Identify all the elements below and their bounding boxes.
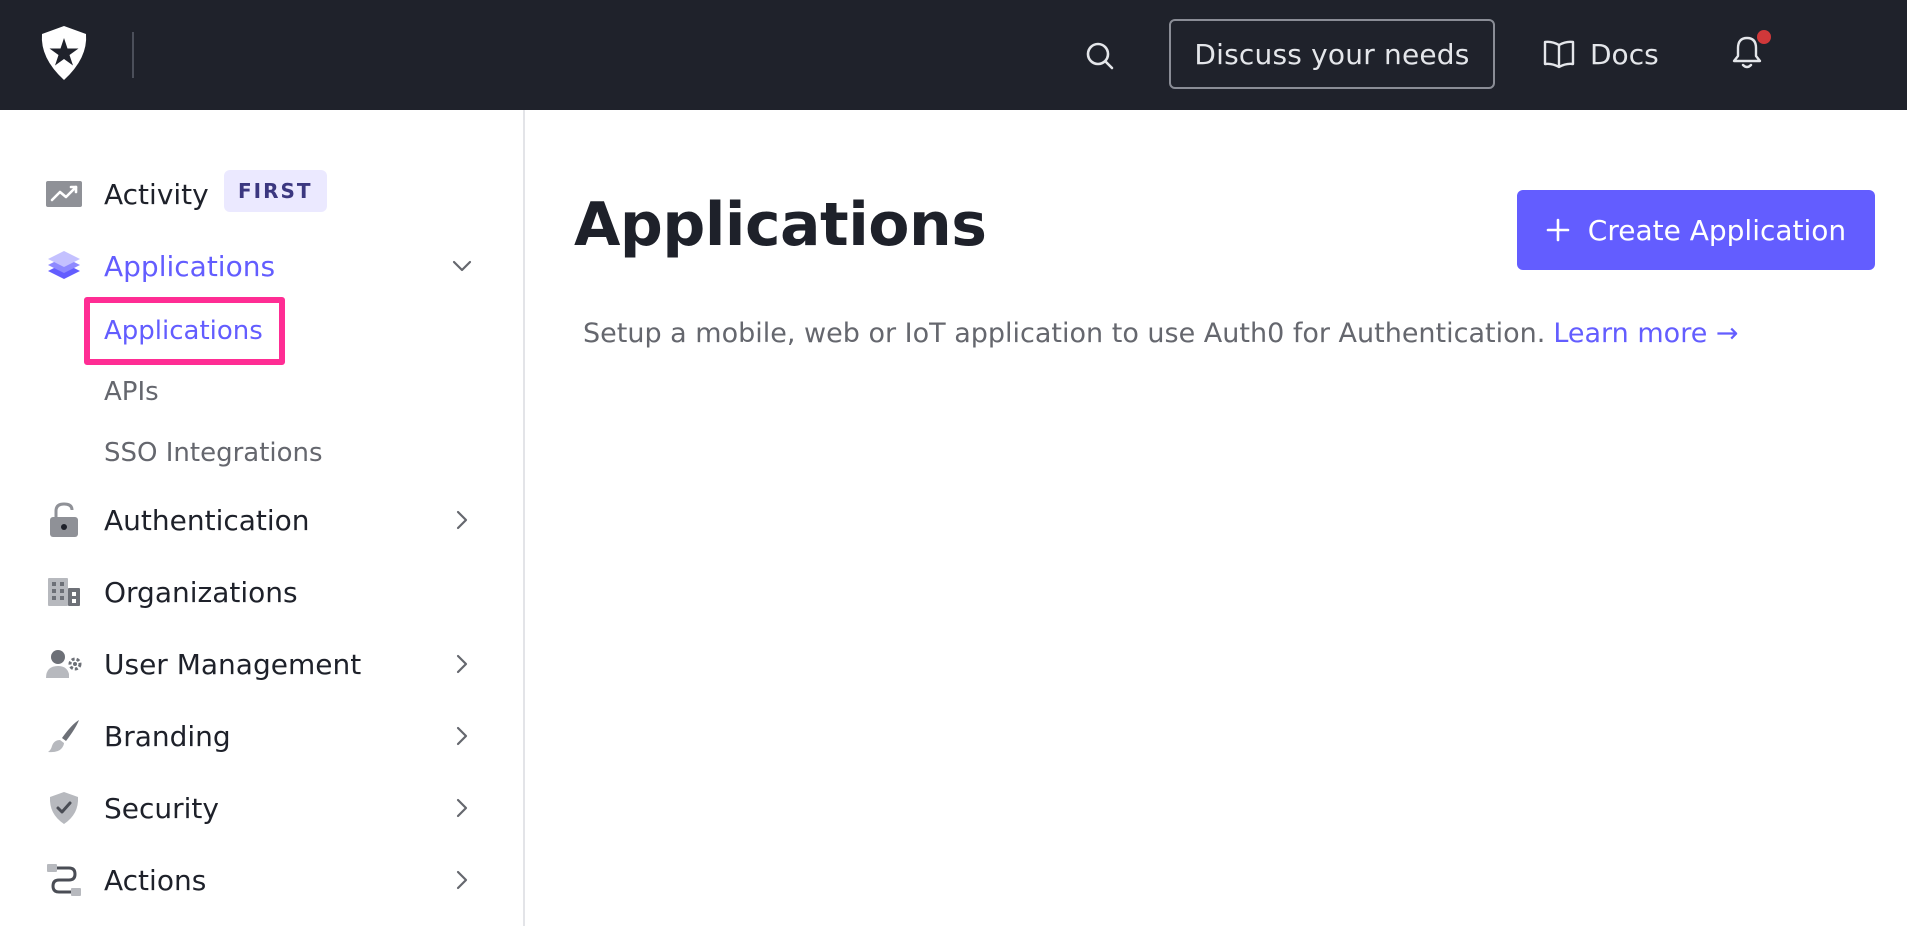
sidebar-item-label: Activity xyxy=(104,177,209,211)
chevron-down-icon[interactable] xyxy=(448,252,476,280)
sidebar-item-branding[interactable]: Branding xyxy=(44,708,484,764)
sidebar-item-label: Authentication xyxy=(104,503,310,537)
first-badge: FIRST xyxy=(224,170,327,212)
chevron-right-icon[interactable] xyxy=(448,506,476,534)
sidebar-item-actions[interactable]: Actions xyxy=(44,852,484,908)
sidebar-item-label: Actions xyxy=(104,863,207,897)
sidebar-item-label: User Management xyxy=(104,647,362,681)
docs-label: Docs xyxy=(1590,37,1659,71)
create-application-button[interactable]: Create Application xyxy=(1517,190,1875,270)
sidebar-item-user-management[interactable]: User Management xyxy=(44,636,484,692)
create-application-label: Create Application xyxy=(1587,213,1847,247)
discuss-your-needs-button[interactable]: Discuss your needs xyxy=(1169,19,1495,89)
top-navigation-bar: Discuss your needs Docs xyxy=(0,0,1907,110)
sidebar-item-authentication[interactable]: Authentication xyxy=(44,492,484,548)
chevron-right-icon[interactable] xyxy=(448,866,476,894)
sidebar-item-security[interactable]: Security xyxy=(44,780,484,836)
highlight-annotation xyxy=(84,297,285,365)
plus-icon xyxy=(1546,218,1570,242)
building-icon xyxy=(44,572,84,612)
lock-icon xyxy=(44,500,84,540)
page-title: Applications xyxy=(574,190,987,260)
sidebar-item-label: Organizations xyxy=(104,575,298,609)
sidebar-item-label: Branding xyxy=(104,719,231,753)
shield-check-icon xyxy=(44,788,84,828)
sidebar-subitem-sso-integrations[interactable]: SSO Integrations xyxy=(104,438,323,468)
description-text: Setup a mobile, web or IoT application t… xyxy=(583,318,1546,349)
notifications-button[interactable] xyxy=(1730,30,1771,74)
page-description: Setup a mobile, web or IoT application t… xyxy=(583,318,1739,349)
brush-icon xyxy=(44,716,84,756)
sidebar-item-activity[interactable]: Activity FIRST xyxy=(44,166,484,222)
notification-dot xyxy=(1757,30,1771,44)
sidebar-item-organizations[interactable]: Organizations xyxy=(44,564,484,620)
user-gear-icon xyxy=(44,644,84,684)
chevron-right-icon[interactable] xyxy=(448,650,476,678)
docs-link[interactable]: Docs xyxy=(1542,30,1659,78)
search-icon xyxy=(1086,42,1114,70)
chevron-right-icon[interactable] xyxy=(448,722,476,750)
sidebar-item-label: Security xyxy=(104,791,219,825)
sidebar-item-label: Applications xyxy=(104,249,276,283)
flow-icon xyxy=(44,860,84,900)
auth0-logo-icon[interactable] xyxy=(36,24,92,82)
book-icon xyxy=(1543,40,1575,69)
trending-chart-icon xyxy=(44,174,84,214)
sidebar-item-applications[interactable]: Applications xyxy=(44,238,484,294)
sidebar-subitem-apis[interactable]: APIs xyxy=(104,377,159,407)
layers-icon xyxy=(44,246,84,286)
search-button[interactable] xyxy=(1080,36,1120,76)
logo-divider xyxy=(132,32,134,78)
discuss-button-label: Discuss your needs xyxy=(1194,37,1470,71)
chevron-right-icon[interactable] xyxy=(448,794,476,822)
learn-more-link[interactable]: Learn more → xyxy=(1553,318,1738,349)
